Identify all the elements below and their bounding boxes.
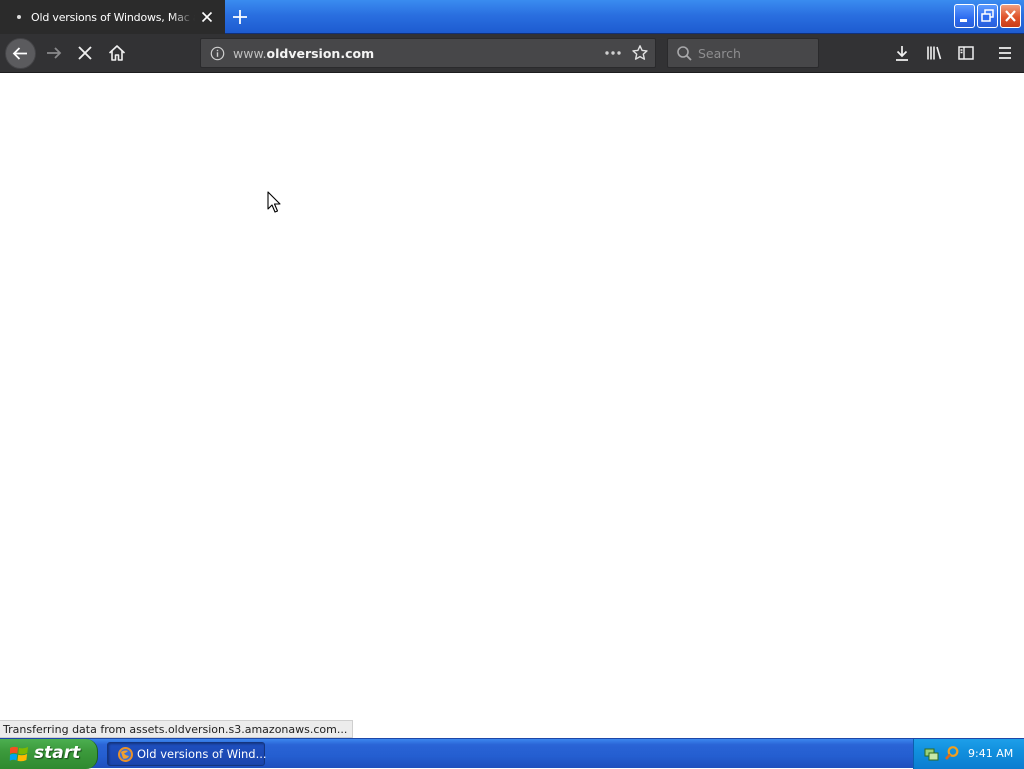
sidebar-icon (958, 46, 974, 60)
url-domain: oldversion.com (266, 46, 375, 61)
tab-title: Old versions of Windows, Mac and Linux S… (31, 10, 195, 24)
library-icon (927, 46, 942, 60)
info-icon[interactable] (210, 46, 225, 61)
minimize-icon (960, 19, 967, 22)
taskbar-clock: 9:41 AM (968, 747, 1014, 760)
security-icon[interactable] (944, 745, 960, 762)
stop-button[interactable] (71, 39, 99, 67)
mouse-cursor-icon (267, 191, 281, 213)
url-text[interactable]: www.oldversion.com (233, 46, 374, 61)
windows-logo-icon (9, 746, 28, 762)
search-placeholder: Search (698, 46, 741, 61)
tab-strip: Old versions of Windows, Mac and Linux S… (0, 0, 1024, 34)
network-icon[interactable] (924, 746, 940, 762)
back-button[interactable] (5, 38, 36, 69)
start-label: start (34, 743, 81, 763)
url-prefix: www. (233, 46, 267, 61)
taskbar-item-firefox[interactable]: Old versions of Wind... (107, 742, 267, 766)
page-content[interactable] (0, 74, 1024, 738)
minimize-button[interactable] (954, 4, 975, 28)
navigation-toolbar: www.oldversion.com Search (0, 34, 1024, 73)
back-arrow-icon (12, 47, 27, 60)
url-bar[interactable]: www.oldversion.com (200, 38, 656, 68)
forward-arrow-icon (47, 47, 62, 59)
menu-button[interactable] (991, 39, 1019, 67)
firefox-icon (118, 747, 133, 762)
window-close-button[interactable] (1000, 4, 1021, 28)
status-bar: Transferring data from assets.oldversion… (0, 720, 354, 738)
page-actions-icon[interactable] (603, 45, 623, 61)
search-box[interactable]: Search (667, 38, 819, 68)
downloads-button[interactable] (888, 39, 916, 67)
start-button[interactable]: start (0, 739, 98, 769)
system-tray: 9:41 AM (913, 739, 1024, 769)
download-icon (896, 46, 908, 61)
loading-dot-icon (17, 15, 21, 19)
browser-tab[interactable]: Old versions of Windows, Mac and Linux S… (0, 0, 225, 34)
restore-button[interactable] (977, 4, 998, 28)
new-tab-icon[interactable] (229, 6, 251, 28)
stop-icon (78, 46, 92, 60)
restore-icon (981, 9, 994, 22)
sidebar-button[interactable] (952, 39, 980, 67)
taskbar-item-label: Old versions of Wind... (137, 747, 267, 761)
close-tab-icon[interactable] (199, 9, 215, 25)
home-button[interactable] (103, 39, 131, 67)
taskbar: start Old versions of Wind... 9:41 AM (0, 738, 1024, 769)
library-button[interactable] (920, 39, 948, 67)
menu-icon (999, 47, 1011, 59)
window-close-icon (1005, 10, 1016, 22)
forward-button[interactable] (40, 39, 68, 67)
search-icon (677, 46, 692, 61)
bookmark-star-icon[interactable] (631, 44, 649, 62)
home-icon (108, 45, 126, 61)
